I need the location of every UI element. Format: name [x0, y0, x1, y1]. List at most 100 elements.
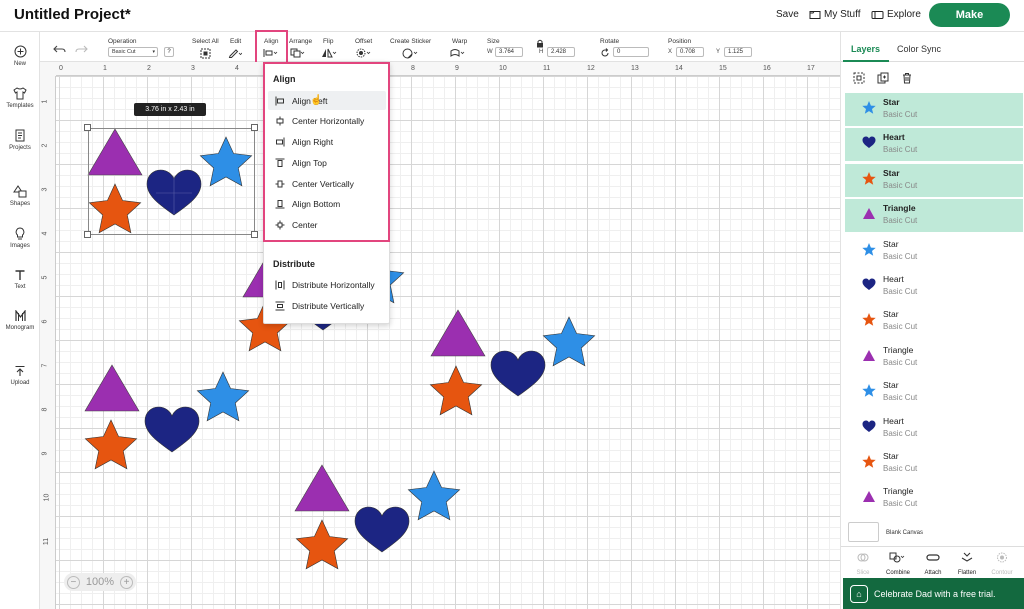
heart-shape[interactable] — [490, 350, 546, 397]
center-icon — [275, 220, 285, 229]
layer-item[interactable]: Heart Basic Cut — [845, 412, 1023, 445]
operation-help-button[interactable]: ? — [164, 47, 174, 57]
layer-item[interactable]: Star Basic Cut — [845, 93, 1023, 126]
layer-item[interactable]: Star Basic Cut — [845, 376, 1023, 409]
resize-handle[interactable] — [84, 124, 91, 131]
attach-icon — [926, 554, 940, 561]
combine-label: Combine — [885, 570, 910, 576]
x-input[interactable]: 0.708 — [676, 47, 704, 57]
center-horizontally-item[interactable]: Center Horizontally — [268, 111, 386, 130]
layer-item[interactable]: Heart Basic Cut — [845, 270, 1023, 303]
slice-button[interactable]: Slice — [846, 550, 880, 576]
flip-icon[interactable] — [321, 48, 337, 58]
select-all-icon[interactable] — [200, 48, 211, 59]
zoom-in-button[interactable]: + — [120, 575, 134, 589]
center-item[interactable]: Center — [268, 215, 386, 234]
width-input[interactable]: 3.764 — [495, 47, 523, 57]
align-top-item[interactable]: Align Top — [268, 153, 386, 172]
arrange-icon[interactable] — [290, 48, 306, 58]
operation-select[interactable]: Basic Cut ▾ — [108, 47, 158, 57]
ruler-tick-label: 4 — [235, 65, 239, 72]
flatten-button[interactable]: Flatten — [950, 550, 984, 576]
triangle-shape[interactable] — [294, 464, 350, 512]
lock-icon[interactable] — [536, 39, 544, 48]
triangle-icon — [863, 491, 875, 503]
blank-canvas-swatch[interactable] — [848, 522, 879, 542]
size-label: Size — [487, 38, 500, 45]
project-title[interactable]: Untitled Project* — [14, 6, 131, 23]
layer-item[interactable]: Star Basic Cut — [845, 163, 1023, 197]
heart-shape[interactable] — [144, 406, 200, 453]
y-input[interactable]: 1.125 — [724, 47, 752, 57]
star-shape[interactable] — [407, 470, 461, 521]
group-icon[interactable] — [853, 72, 865, 84]
ruler-tick-label: 8 — [41, 407, 49, 412]
sidebar-item-monogram[interactable]: Monogram — [0, 310, 40, 331]
attach-label: Attach — [924, 570, 942, 576]
align-left-item[interactable]: Align Left ☝ — [268, 91, 386, 110]
sidebar-item-new[interactable]: New — [0, 45, 40, 67]
edit-toolbar: Operation Basic Cut ▾ ? Select All Edit … — [40, 32, 840, 62]
rotate-input[interactable]: 0 — [613, 47, 649, 57]
sidebar-item-shapes[interactable]: Shapes — [0, 185, 40, 207]
ruler-tick-label: 11 — [543, 65, 551, 72]
resize-handle[interactable] — [251, 124, 258, 131]
layer-item[interactable]: Star Basic Cut — [845, 235, 1023, 268]
distribute-vertically-item[interactable]: Distribute Vertically — [268, 296, 386, 315]
star-shape[interactable] — [196, 371, 250, 422]
sidebar-item-upload[interactable]: Upload — [0, 365, 40, 386]
save-button[interactable]: Save — [776, 9, 799, 20]
tab-color-sync[interactable]: Color Sync — [897, 44, 941, 54]
delete-icon[interactable] — [901, 72, 913, 84]
design-canvas[interactable]: 3.76 in x 2.43 in − 100% + — [56, 76, 840, 609]
layer-item[interactable]: Triangle Basic Cut — [845, 199, 1023, 233]
warp-icon[interactable] — [450, 48, 466, 58]
star-shape[interactable] — [429, 365, 483, 416]
explore-button[interactable]: Explore — [871, 9, 921, 20]
resize-handle[interactable] — [84, 231, 91, 238]
flip-label: Flip — [323, 38, 334, 45]
sidebar-item-text[interactable]: Text — [0, 269, 40, 290]
layer-item[interactable]: Star Basic Cut — [845, 447, 1023, 480]
layer-name: Star — [883, 380, 899, 391]
triangle-shape[interactable] — [84, 364, 140, 412]
duplicate-icon[interactable] — [877, 72, 889, 84]
edit-pen-icon[interactable] — [228, 48, 242, 58]
layer-item[interactable]: Heart Basic Cut — [845, 128, 1023, 162]
tab-layers[interactable]: Layers — [851, 44, 880, 54]
height-input[interactable]: 2.428 — [547, 47, 575, 57]
offset-icon[interactable] — [356, 48, 372, 58]
redo-icon[interactable] — [75, 44, 88, 54]
combine-button[interactable]: Combine — [881, 550, 915, 576]
selection-box[interactable] — [88, 128, 255, 235]
distribute-horizontally-item[interactable]: Distribute Horizontally — [268, 275, 386, 294]
layer-item[interactable]: Triangle Basic Cut — [845, 341, 1023, 374]
align-right-label: Align Right — [292, 136, 334, 147]
star-shape[interactable] — [84, 419, 138, 470]
ruler-tick-label: 8 — [411, 65, 415, 72]
star-shape[interactable] — [295, 519, 349, 570]
resize-handle[interactable] — [251, 231, 258, 238]
sidebar-item-images[interactable]: Images — [0, 227, 40, 249]
my-stuff-button[interactable]: My Stuff — [809, 9, 861, 20]
star-shape[interactable] — [542, 316, 596, 367]
zoom-out-button[interactable]: − — [66, 575, 80, 589]
layer-item[interactable]: Triangle Basic Cut — [845, 482, 1023, 515]
sticker-icon[interactable] — [402, 48, 418, 59]
align-right-item[interactable]: Align Right — [268, 132, 386, 151]
align-bottom-item[interactable]: Align Bottom — [268, 194, 386, 213]
layer-name: Heart — [883, 415, 904, 426]
heart-shape[interactable] — [354, 506, 410, 553]
center-vertically-item[interactable]: Center Vertically — [268, 174, 386, 193]
contour-button[interactable]: Contour — [985, 550, 1019, 576]
layer-item[interactable]: Star Basic Cut — [845, 305, 1023, 338]
make-button[interactable]: Make — [929, 3, 1010, 27]
sidebar-item-templates[interactable]: Templates — [0, 87, 40, 109]
sidebar-item-projects[interactable]: Projects — [0, 129, 40, 151]
undo-icon[interactable] — [53, 44, 66, 54]
distribute-heading: Distribute — [273, 259, 316, 269]
triangle-shape[interactable] — [430, 309, 486, 357]
attach-button[interactable]: Attach — [916, 550, 950, 576]
promo-banner[interactable]: ⌂ Celebrate Dad with a free trial. — [843, 578, 1024, 609]
rotate-icon — [601, 48, 609, 57]
